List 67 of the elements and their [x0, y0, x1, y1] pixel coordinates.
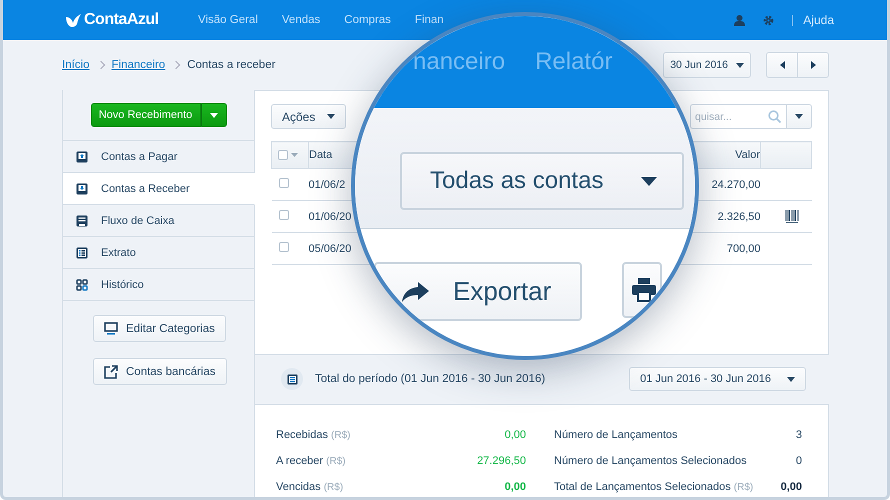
summary-value: 0,00	[780, 481, 802, 493]
row-checkbox[interactable]	[278, 178, 288, 188]
sidebar-item[interactable]: Fluxo de Caixa	[63, 205, 255, 237]
caret-icon	[641, 176, 658, 186]
monitor-icon	[104, 322, 118, 336]
document-icon	[76, 214, 88, 226]
period-total-title: Total do período (01 Jun 2016 - 30 Jun 2016)	[315, 373, 546, 386]
date-cell: 01/06/2	[308, 178, 346, 190]
sidebar-item[interactable]: Histórico	[63, 269, 255, 301]
summary-label: Vencidas (R$)	[276, 481, 344, 493]
sidebar-button[interactable]: Editar Categorias	[93, 315, 226, 342]
grid-icon	[76, 278, 88, 290]
list-icon	[281, 368, 303, 390]
date-dropdown[interactable]: 30 Jun 2016	[663, 52, 751, 78]
account-filter-dropdown[interactable]: Todas as contas	[400, 152, 684, 210]
previous-button[interactable]	[766, 52, 798, 78]
caret-icon	[291, 153, 298, 157]
caret-icon	[210, 112, 218, 118]
summary-label: A receber (R$)	[276, 455, 346, 467]
summary-label: Recebidas (R$)	[276, 429, 350, 441]
leaf-icon	[65, 14, 81, 26]
row-checkbox[interactable]	[278, 242, 288, 252]
user-icon[interactable]	[734, 14, 746, 26]
dropdown-button[interactable]	[200, 103, 226, 127]
search-options-button[interactable]	[786, 104, 812, 129]
settings-icon[interactable]	[763, 14, 774, 26]
summary-value: 27.296,50	[477, 455, 526, 467]
date-cell: 01/06/20	[308, 210, 352, 222]
amount-cell: 2.326,50	[718, 210, 760, 222]
select-all-checkbox[interactable]	[278, 150, 288, 160]
share-icon	[104, 364, 118, 378]
column-header: Valor	[735, 149, 760, 161]
summary-label: Total de Lançamentos Selecionados (R$)	[554, 481, 754, 493]
row-checkbox[interactable]	[278, 210, 288, 220]
date-cell: 05/06/20	[308, 242, 352, 254]
next-button[interactable]	[797, 52, 829, 78]
sidebar-item[interactable]: Extrato	[63, 237, 255, 269]
caret-icon	[327, 114, 336, 119]
summary-value: 0,00	[504, 429, 526, 441]
printer-icon	[632, 278, 656, 302]
breadcrumb-link[interactable]: Financeiro	[112, 59, 166, 71]
breadcrumb-link[interactable]: Início	[62, 59, 90, 71]
barcode-icon[interactable]	[784, 210, 798, 223]
summary-value: 3	[796, 429, 802, 441]
caret-icon	[795, 114, 803, 119]
amount-cell: 24.270,00	[712, 178, 760, 190]
actions-dropdown[interactable]: Ações	[271, 104, 346, 129]
share-arrow-icon	[402, 282, 429, 302]
export-button[interactable]: Exportar	[374, 262, 582, 321]
amount-cell: 700,00	[726, 242, 760, 254]
caret-icon	[787, 376, 795, 382]
left-arrow-icon	[780, 61, 784, 69]
upload-tray-icon	[76, 150, 88, 162]
summary-value: 0,00	[504, 481, 526, 493]
summary-label: Número de Lançamentos Selecionados	[554, 455, 747, 467]
sidebar-item[interactable]: Contas a Receber	[63, 173, 255, 205]
summary-value: 0	[796, 455, 802, 467]
caret-icon	[736, 62, 744, 68]
list-icon	[76, 246, 88, 258]
summary-label: Número de Lançamentos	[554, 429, 678, 441]
column-header: Data	[309, 149, 332, 161]
logo-text: ContaAzul	[84, 11, 159, 29]
breadcrumb-current: Contas a receber	[187, 59, 276, 71]
date-range-dropdown[interactable]: 01 Jun 2016 - 30 Jun 2016	[629, 367, 806, 392]
right-arrow-icon	[810, 61, 816, 69]
download-tray-icon	[76, 182, 88, 194]
sidebar-button[interactable]: Contas bancárias	[93, 358, 226, 385]
